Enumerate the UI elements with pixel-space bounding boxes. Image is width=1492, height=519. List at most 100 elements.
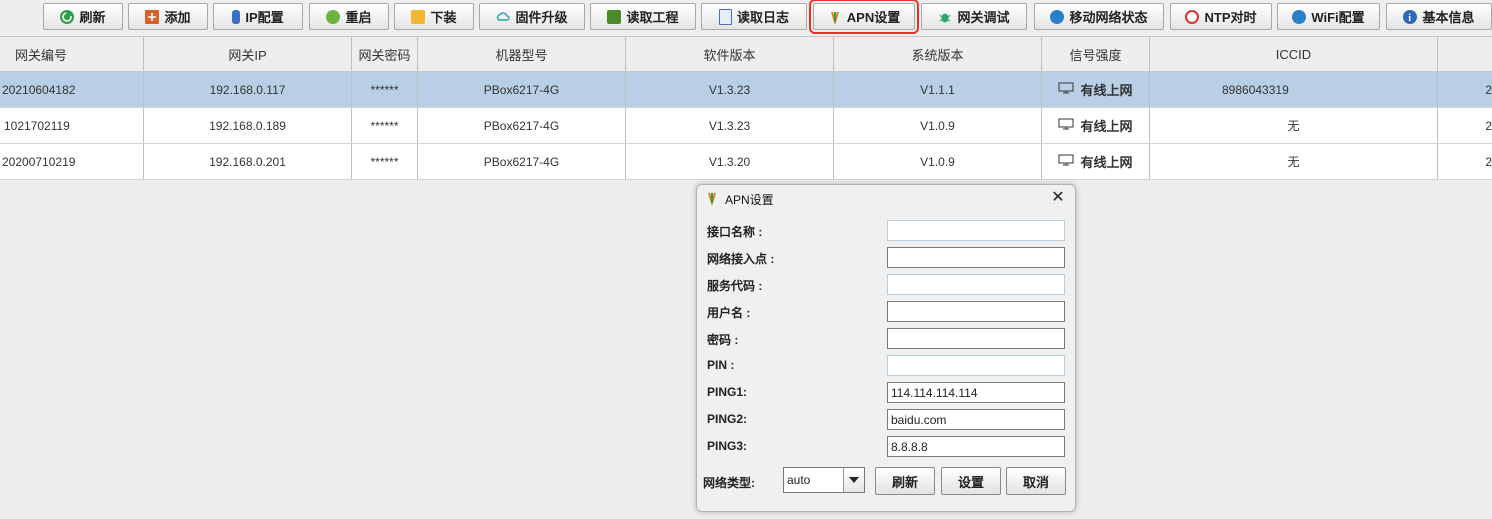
cell-signal: 有线上网	[1042, 108, 1150, 143]
cell-extra: 2	[1485, 154, 1492, 169]
apn-settings-dialog: APN设置 ✕ 接口名称 : 网络接入点 : 服务代码 : 用户名 : 密码 :…	[696, 184, 1076, 512]
add-icon	[145, 9, 160, 24]
wifi-config-button[interactable]: WiFi配置	[1277, 3, 1380, 30]
cell-model: PBox6217-4G	[418, 144, 626, 179]
project-icon	[607, 9, 622, 24]
access-point-input[interactable]	[887, 247, 1065, 268]
refresh-button[interactable]: 刷新	[43, 3, 123, 30]
cell-gateway-ip: 192.168.0.189	[144, 108, 352, 143]
table-header: 网关编号 网关IP 网关密码 机器型号 软件版本 系统版本 信号强度 ICCID	[0, 36, 1492, 72]
read-log-button[interactable]: 读取日志	[701, 3, 807, 30]
cloud-upgrade-icon	[496, 10, 511, 24]
cell-gateway-ip: 192.168.0.201	[144, 144, 352, 179]
access-point-label: 网络接入点 :	[707, 252, 775, 266]
network-type-value: auto	[787, 473, 811, 487]
chevron-down-icon[interactable]	[843, 468, 864, 492]
toolbar: 刷新 添加 IP配置 重启 下装 固件升级 读取工程 读取日志 APN设置 网关…	[0, 0, 1492, 36]
cell-iccid: 无	[1150, 144, 1438, 179]
pin-input[interactable]	[887, 355, 1065, 376]
cell-system: V1.0.9	[834, 108, 1042, 143]
clock-icon	[1185, 9, 1200, 24]
firmware-upgrade-button[interactable]: 固件升级	[479, 3, 585, 30]
refresh-button[interactable]: 刷新	[875, 467, 935, 495]
column-header-gateway-id[interactable]: 网关编号	[0, 37, 144, 71]
gateway-table: 网关编号 网关IP 网关密码 机器型号 软件版本 系统版本 信号强度 ICCID…	[0, 36, 1492, 180]
close-icon[interactable]: ✕	[1049, 189, 1067, 207]
column-header-model[interactable]: 机器型号	[418, 37, 626, 71]
cell-gateway-id: 1021702119	[0, 108, 144, 143]
column-header-gateway-password[interactable]: 网关密码	[352, 37, 418, 71]
cell-signal: 有线上网	[1042, 144, 1150, 179]
wifi-icon	[1292, 9, 1307, 24]
basic-info-button[interactable]: i 基本信息	[1386, 3, 1492, 30]
ip-config-icon	[232, 9, 241, 24]
column-header-system-version[interactable]: 系统版本	[834, 37, 1042, 71]
signal-text: 有线上网	[1080, 155, 1133, 170]
column-header-signal[interactable]: 信号强度	[1042, 37, 1150, 71]
cell-software: V1.3.20	[626, 144, 834, 179]
cell-iccid: 8986043319	[1150, 72, 1438, 107]
download-folder-icon	[411, 9, 426, 24]
restart-button[interactable]: 重启	[309, 3, 389, 30]
cell-password: ******	[352, 144, 418, 179]
signal-text: 有线上网	[1080, 83, 1133, 98]
wired-network-icon	[1058, 82, 1076, 97]
service-code-input[interactable]	[887, 274, 1065, 295]
ping3-label: PING3:	[707, 439, 748, 453]
column-header-extra[interactable]	[1438, 37, 1492, 71]
ntp-sync-button[interactable]: NTP对时	[1170, 3, 1272, 30]
ping3-input[interactable]	[887, 436, 1065, 457]
dialog-title: APN设置	[725, 192, 774, 207]
info-icon: i	[1403, 9, 1418, 24]
add-button[interactable]: 添加	[128, 3, 208, 30]
apn-icon	[828, 10, 842, 24]
cell-model: PBox6217-4G	[418, 72, 626, 107]
password-input[interactable]	[887, 328, 1065, 349]
cancel-button[interactable]: 取消	[1006, 467, 1066, 495]
mobile-network-status-button[interactable]: 移动网络状态	[1034, 3, 1164, 30]
cell-system: V1.0.9	[834, 144, 1042, 179]
refresh-icon	[60, 9, 75, 24]
pin-label: PIN :	[707, 358, 735, 372]
username-input[interactable]	[887, 301, 1065, 322]
password-label: 密码 :	[707, 333, 739, 347]
debug-bug-icon	[938, 10, 952, 24]
table-row[interactable]: 20200710219 192.168.0.201 ****** PBox621…	[0, 144, 1492, 180]
download-button[interactable]: 下装	[394, 3, 474, 30]
ping1-input[interactable]	[887, 382, 1065, 403]
service-code-label: 服务代码 :	[707, 279, 763, 293]
interface-name-label: 接口名称 :	[707, 225, 763, 239]
cell-gateway-id: 20210604182	[0, 72, 144, 107]
restart-icon	[326, 9, 341, 24]
dialog-title-bar[interactable]: APN设置 ✕	[697, 185, 1075, 213]
wired-network-icon	[1058, 118, 1076, 133]
network-type-select[interactable]: auto	[783, 467, 865, 493]
cell-password: ******	[352, 72, 418, 107]
gateway-debug-button[interactable]: 网关调试	[921, 3, 1027, 30]
cell-software: V1.3.23	[626, 108, 834, 143]
cell-iccid: 无	[1150, 108, 1438, 143]
ping1-label: PING1:	[707, 385, 748, 399]
table-row[interactable]: 20210604182 192.168.0.117 ****** PBox621…	[0, 72, 1492, 108]
read-project-button[interactable]: 读取工程	[590, 3, 696, 30]
network-type-label: 网络类型:	[703, 476, 755, 490]
cell-signal: 有线上网	[1042, 72, 1150, 107]
column-header-software-version[interactable]: 软件版本	[626, 37, 834, 71]
svg-text:i: i	[1409, 13, 1412, 24]
table-row[interactable]: 1021702119 192.168.0.189 ****** PBox6217…	[0, 108, 1492, 144]
username-label: 用户名 :	[707, 306, 751, 320]
cell-model: PBox6217-4G	[418, 108, 626, 143]
ping2-input[interactable]	[887, 409, 1065, 430]
column-header-gateway-ip[interactable]: 网关IP	[144, 37, 352, 71]
set-button[interactable]: 设置	[941, 467, 1001, 495]
cell-gateway-id: 20200710219	[0, 144, 144, 179]
interface-name-input[interactable]	[887, 220, 1065, 241]
ping2-label: PING2:	[707, 412, 748, 426]
ip-config-button[interactable]: IP配置	[213, 3, 303, 30]
mobile-signal-icon	[1050, 9, 1065, 24]
signal-text: 有线上网	[1080, 119, 1133, 134]
cell-software: V1.3.23	[626, 72, 834, 107]
log-icon	[718, 8, 732, 25]
column-header-iccid[interactable]: ICCID	[1150, 37, 1438, 71]
apn-settings-button[interactable]: APN设置	[809, 0, 919, 34]
